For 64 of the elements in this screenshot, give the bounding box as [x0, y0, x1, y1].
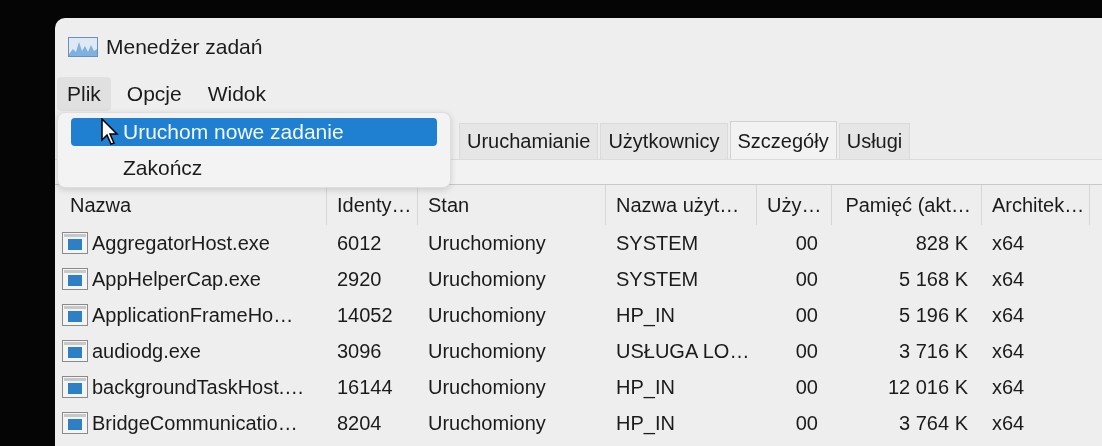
menu-item[interactable]: Widok [197, 76, 277, 111]
column-header[interactable]: Pamięć (akt… [832, 185, 982, 225]
window-icon [62, 268, 88, 290]
process-name: BridgeCommunicatio… [92, 411, 298, 435]
table-cell-text: x64 [991, 339, 1026, 363]
table-cell-text: Uruchomiony [427, 267, 547, 291]
table-cell-text: 2920 [336, 267, 383, 291]
tab[interactable]: Uruchamianie [459, 123, 599, 159]
window-icon [62, 376, 88, 398]
tab[interactable]: Użytkownicy [600, 123, 728, 159]
table-cell-text: Uruchomiony [427, 231, 547, 255]
table-cell-text: 00 [794, 267, 819, 291]
tab[interactable]: Szczegóły [729, 121, 837, 159]
process-name: backgroundTaskHost.… [92, 375, 305, 399]
table-cell-text: HP_IN [615, 303, 676, 327]
table-cell-text: x64 [991, 375, 1026, 399]
column-header[interactable]: Uży… [757, 185, 832, 225]
table-cell-text: SYSTEM [615, 231, 700, 255]
window-icon [62, 304, 88, 326]
process-name: audiodg.exe [92, 339, 201, 363]
table-cell-text: Uruchomiony [427, 411, 547, 435]
table-cell-text: 00 [794, 339, 819, 363]
table-cell-text: 3096 [336, 339, 383, 363]
process-name: AggregatorHost.exe [92, 231, 270, 255]
table-cell-text: HP_IN [615, 375, 676, 399]
table-cell-text: 12 016 K [886, 375, 969, 399]
table-cell-text: x64 [991, 231, 1026, 255]
table-cell-text: 5 196 K [898, 303, 969, 327]
table-cell-text: 14052 [336, 303, 394, 327]
table-cell-text: 00 [794, 411, 819, 435]
table-cell-text: 5 168 K [898, 267, 969, 291]
menu-option[interactable]: Zakończ [71, 152, 437, 184]
process-name: AppHelperCap.exe [92, 267, 261, 291]
column-header[interactable]: Architek… [982, 185, 1090, 225]
window-icon [62, 232, 88, 254]
table-cell-text: 00 [794, 303, 819, 327]
table-cell-text: SYSTEM [615, 267, 700, 291]
table-cell-text: 00 [794, 375, 819, 399]
table-cell-text: x64 [991, 267, 1026, 291]
table-cell-text: 6012 [336, 231, 383, 255]
column-header[interactable]: Nazwa użyt… [606, 185, 757, 225]
menu-item[interactable]: Opcje [116, 76, 192, 111]
window-icon [62, 340, 88, 362]
table-cell-text: 3 764 K [898, 411, 969, 435]
table-cell-text: 8204 [336, 411, 383, 435]
table-cell-text: HP_IN [615, 411, 676, 435]
table-cell-text: Uruchomiony [427, 375, 547, 399]
table-cell-text: 16144 [336, 375, 394, 399]
process-name: ApplicationFrameHo… [92, 303, 294, 327]
cursor-icon [101, 118, 119, 146]
table-cell-text: USŁUGA LO… [615, 339, 751, 363]
table-cell-text: Uruchomiony [427, 303, 547, 327]
menu-option[interactable]: Uruchom nowe zadanie [71, 118, 437, 146]
table-cell-text: 00 [794, 231, 819, 255]
table-cell-text: 828 K [914, 231, 969, 255]
table-cell-text: 3 716 K [898, 339, 969, 363]
chart-icon [68, 36, 98, 57]
window-icon [62, 412, 88, 434]
menu-item[interactable]: Plik [57, 76, 111, 111]
tab[interactable]: Usługi [838, 123, 911, 159]
table-cell-text: x64 [991, 303, 1026, 327]
table-cell-text: Uruchomiony [427, 339, 547, 363]
table-cell-text: x64 [991, 411, 1026, 435]
window-title: Menedżer zadań [106, 34, 263, 59]
